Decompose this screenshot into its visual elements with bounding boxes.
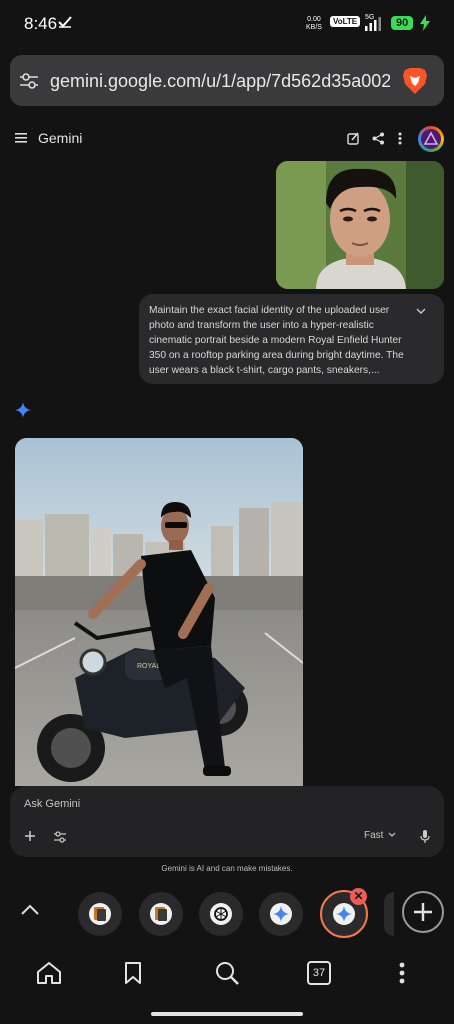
status-time: 8:46 [24,14,58,33]
volte-badge: VoLTE [330,16,361,27]
menu-icon[interactable] [15,133,27,143]
tab-thumbnail-partial[interactable] [384,892,394,936]
app-title: Gemini [38,130,83,146]
gemini-spark-icon [333,903,355,925]
network-speed: 0.00 KB/S [306,16,322,32]
avatar-inner [421,129,441,149]
uploaded-photo[interactable] [276,161,444,289]
battery-indicator: 90 [391,16,414,30]
bolt-icon [419,15,431,31]
url-text[interactable]: gemini.google.com/u/1/app/7d562d35a002b5 [50,71,390,92]
prompt-input[interactable]: Ask Gemini Fast [10,786,444,857]
chevron-up-icon[interactable] [20,904,40,916]
tools-icon[interactable] [54,831,66,843]
bookmark-icon[interactable] [124,961,142,985]
tab-thumbnail[interactable] [259,892,303,936]
user-prompt-text: Maintain the exact facial identity of th… [149,305,404,376]
new-tab-button[interactable] [402,891,444,933]
tab-favicon [150,903,172,925]
tab-thumbnail[interactable] [139,892,183,936]
chevron-down-icon[interactable] [388,832,396,838]
tab-count-button[interactable]: 37 [307,961,331,985]
tab-thumbnail[interactable] [199,892,243,936]
gemini-spark-icon [270,903,292,925]
tab-favicon [89,903,111,925]
network-type: 5G [365,14,375,21]
user-prompt-bubble[interactable]: Maintain the exact facial identity of th… [139,294,444,384]
url-bar[interactable]: gemini.google.com/u/1/app/7d562d35a002b5 [10,55,444,106]
net-speed-unit: KB/S [306,24,322,31]
avatar[interactable] [418,126,444,152]
search-icon[interactable] [214,960,240,986]
prompt-placeholder[interactable]: Ask Gemini [24,798,80,810]
status-bar: 8:46 0.00 KB/S VoLTE 5G 90 [0,0,454,48]
home-indicator[interactable] [151,1012,303,1016]
gemini-spark-icon [15,402,31,418]
more-icon[interactable] [398,132,402,145]
disclaimer: Gemini is AI and can make mistakes. [161,864,293,873]
net-speed-value: 0.00 [307,16,321,23]
plus-icon[interactable] [24,830,36,842]
mic-icon[interactable] [420,830,430,843]
edit-icon[interactable] [347,132,360,145]
mode-selector[interactable]: Fast [364,830,383,841]
chatgpt-icon [210,903,232,925]
close-icon[interactable]: ✕ [350,888,367,905]
check-icon [58,16,72,28]
home-icon[interactable] [36,961,62,985]
tab-thumbnail[interactable] [78,892,122,936]
more-icon[interactable] [399,962,405,984]
generated-image[interactable]: ROYAL ENFIELD [15,438,303,786]
brave-icon[interactable] [401,66,429,96]
share-icon[interactable] [372,132,385,145]
tune-icon[interactable] [19,72,39,90]
chevron-down-icon[interactable] [416,308,426,314]
